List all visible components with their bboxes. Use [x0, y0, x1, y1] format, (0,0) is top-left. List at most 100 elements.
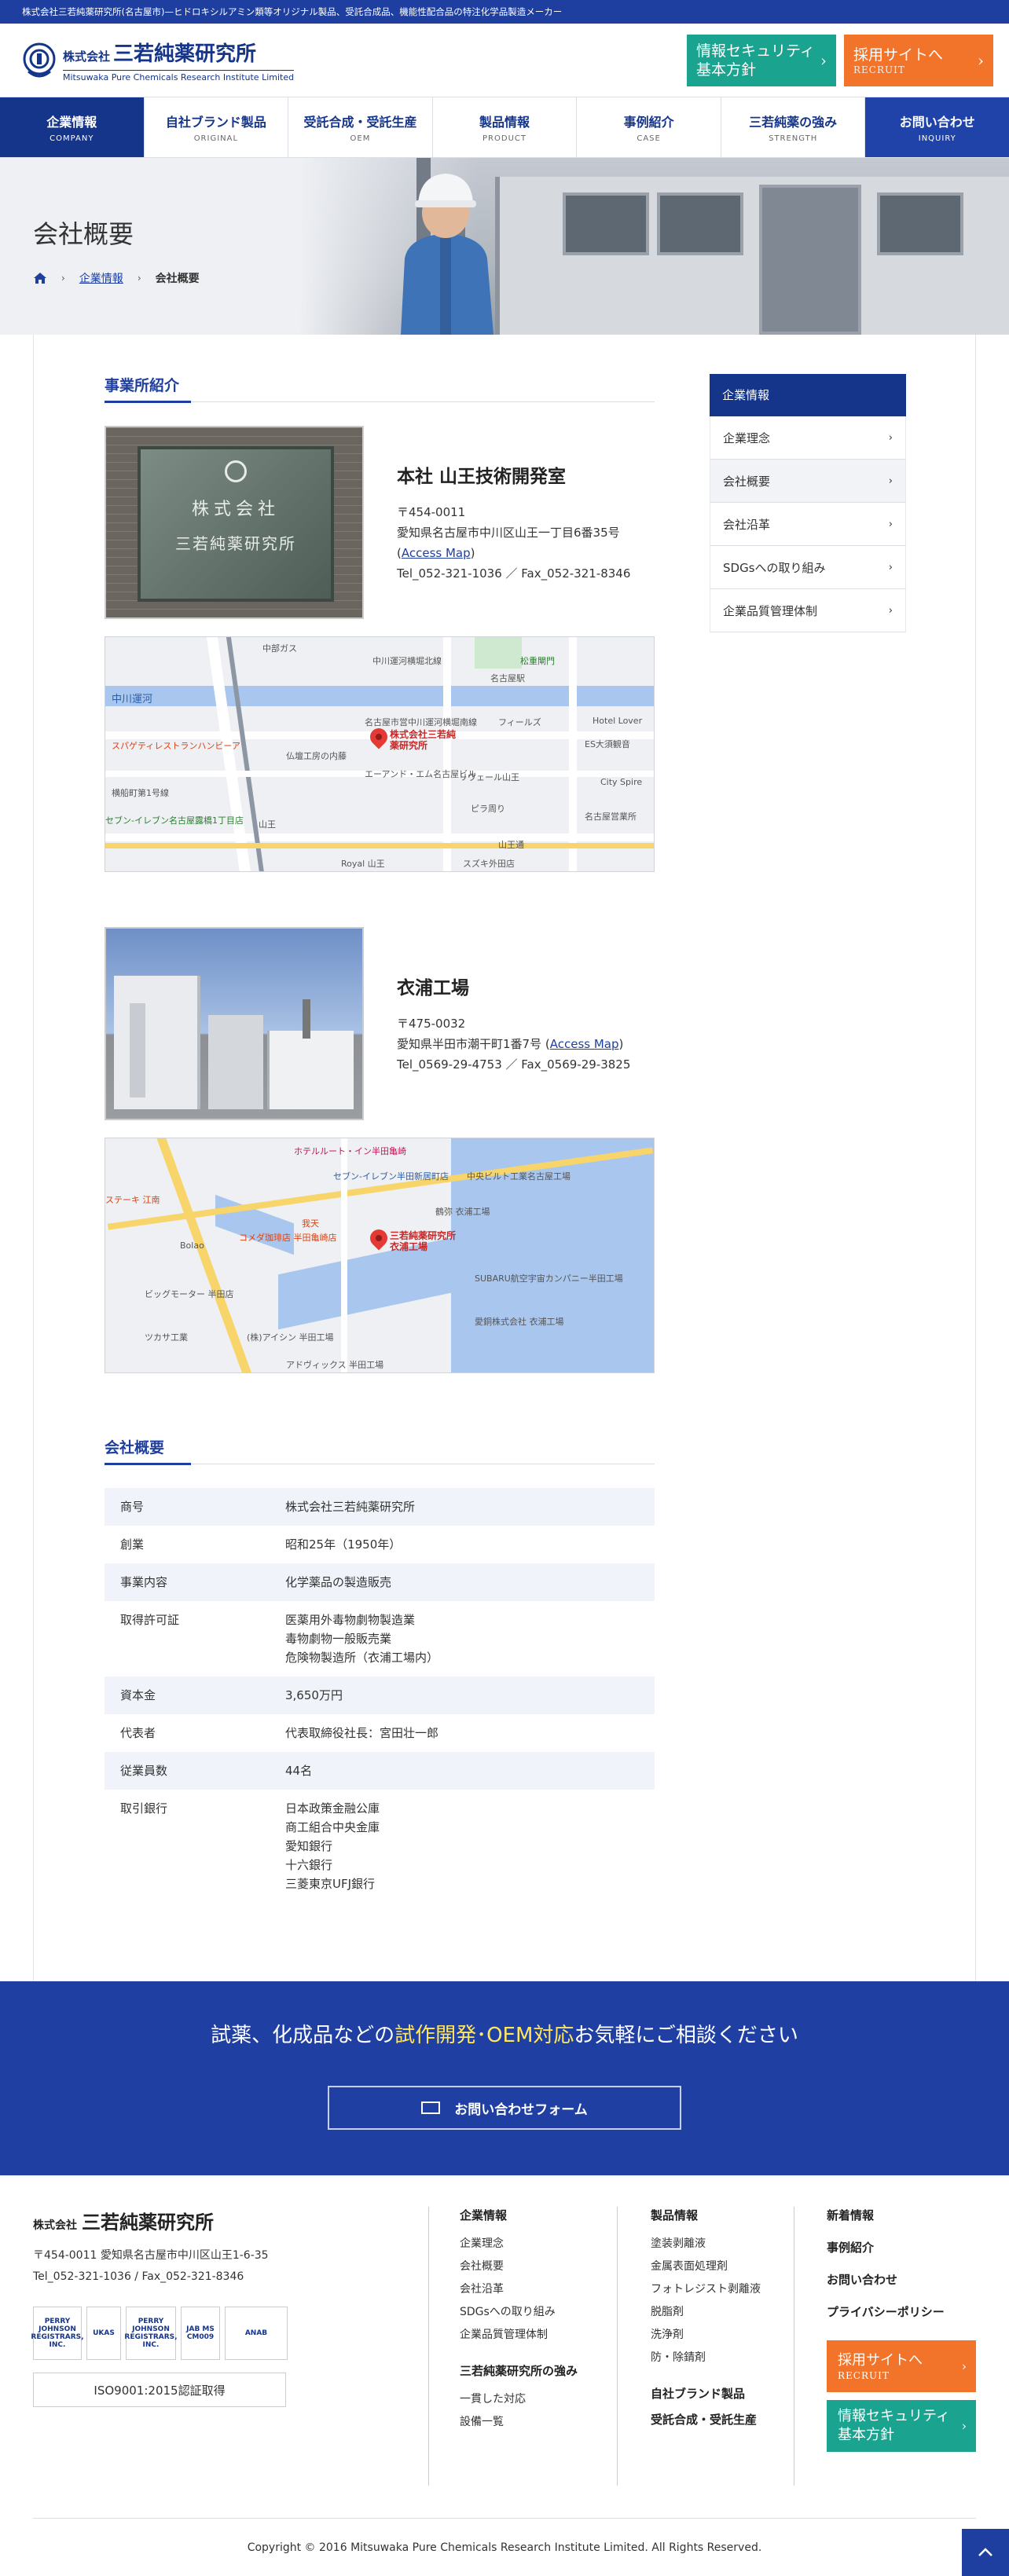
map-label: 中川運河横堀北線 — [372, 656, 442, 666]
nav-strength[interactable]: 三若純薬の強み STRENGTH — [721, 97, 866, 157]
map-label: 鶴弥 衣浦工場 — [435, 1207, 490, 1217]
main-content: 事業所紹介 株式会社 三若純薬研究所 本社 山王技術開発室 〒454-0011 … — [33, 335, 976, 1981]
office-address: 愛知県名古屋市中川区山王一丁目6番35号 — [397, 526, 620, 540]
map-label: 山王通 — [498, 840, 524, 850]
sidebar-item-label: 会社沿革 — [723, 517, 771, 532]
footer-heading[interactable]: プライバシーポリシー — [827, 2303, 976, 2320]
company-heading: 会社概要 — [105, 1436, 655, 1465]
map-label: セブン-イレブン名古屋露橋1丁目店 — [105, 815, 244, 826]
footer-link[interactable]: 会社沿革 — [460, 2278, 578, 2301]
nav-oem[interactable]: 受託合成・受託生産 OEM — [288, 97, 433, 157]
sidebar-heading[interactable]: 企業情報 — [710, 374, 906, 416]
security-policy-button[interactable]: 情報セキュリティ 基本方針 › — [687, 34, 836, 86]
footer-link[interactable]: 会社概要 — [460, 2255, 578, 2278]
footer-heading[interactable]: 新着情報 — [827, 2207, 976, 2223]
footer-link[interactable]: 一貫した対応 — [460, 2388, 578, 2411]
footer-link[interactable]: SDGsへの取り組み — [460, 2301, 578, 2324]
site-logo[interactable]: 株式会社 三若純薬研究所 Mitsuwaka Pure Chemicals Res… — [22, 38, 295, 82]
footer-recruit-button[interactable]: 採用サイトへ RECRUIT › — [827, 2340, 976, 2392]
map-label: ビッグモーター 半田店 — [145, 1289, 234, 1299]
map-label: (株)アイシン 半田工場 — [247, 1332, 334, 1343]
footer-heading[interactable]: 自社ブランド製品 — [651, 2385, 761, 2402]
nav-label: 自社ブランド製品 — [165, 115, 266, 130]
security-line1: 情報セキュリティ — [838, 2408, 950, 2424]
sidebar-item-history[interactable]: 会社沿革 › — [710, 503, 906, 546]
nav-sub: PRODUCT — [482, 134, 527, 143]
footer-link[interactable]: 企業品質管理体制 — [460, 2324, 578, 2347]
footer-security-button[interactable]: 情報セキュリティ 基本方針 › — [827, 2400, 976, 2452]
global-nav: 企業情報 COMPANY 自社ブランド製品 ORIGINAL 受託合成・受託生産 OE… — [0, 97, 1009, 158]
chevron-right-icon: › — [888, 518, 893, 530]
footer-heading[interactable]: お問い合わせ — [827, 2271, 976, 2288]
map-label: 松重閘門 — [520, 656, 555, 666]
map-label: 名古屋駅 — [490, 673, 525, 683]
kinuura-map[interactable]: ホテルルート・イン半田亀崎 セブン-イレブン半田新居町店 中央ビルト工業名古屋工… — [105, 1138, 655, 1373]
footer-link[interactable]: 企業理念 — [460, 2233, 578, 2255]
footer-link[interactable]: 塗装剥離液 — [651, 2233, 761, 2255]
access-map-link[interactable]: Access Map — [550, 1037, 619, 1051]
nav-original[interactable]: 自社ブランド製品 ORIGINAL — [145, 97, 289, 157]
footer-heading[interactable]: 受託合成・受託生産 — [651, 2411, 761, 2428]
nav-product[interactable]: 製品情報 PRODUCT — [433, 97, 578, 157]
table-key: 資本金 — [120, 1688, 156, 1702]
footer-link[interactable]: フォトレジスト剥離液 — [651, 2278, 761, 2301]
contact-form-label: お問い合わせフォーム — [454, 2101, 588, 2118]
sidebar-item-philosophy[interactable]: 企業理念 › — [710, 416, 906, 460]
table-key: 代表者 — [120, 1726, 156, 1740]
footer-heading[interactable]: 事例紹介 — [827, 2239, 976, 2255]
footer-link[interactable]: 金属表面処理剤 — [651, 2255, 761, 2278]
recruit-line2: RECRUIT — [838, 2370, 890, 2381]
table-row: 代表者 代表取締役社長：宮田壮一郎 — [105, 1714, 655, 1752]
topbar: 株式会社三若純薬研究所(名古屋市)—ヒドロキシルアミン類等オリジナル製品、受託合… — [0, 0, 1009, 24]
chevron-right-icon: › — [888, 475, 893, 487]
nav-sub: OEM — [350, 134, 371, 143]
footer-heading[interactable]: 製品情報 — [651, 2207, 761, 2223]
office-kinuura: 衣浦工場 〒475-0032 愛知県半田市潮干町1番7号 (Access Map… — [105, 927, 655, 1120]
offices-heading: 事業所紹介 — [105, 374, 655, 403]
breadcrumb-current: 会社概要 — [155, 273, 200, 285]
footer-heading[interactable]: 企業情報 — [460, 2207, 578, 2223]
office-address: 愛知県半田市潮干町1番7号 — [397, 1037, 542, 1051]
iso-badge: ISO9001:2015認証取得 — [33, 2373, 286, 2407]
security-line2: 基本方針 — [838, 2427, 894, 2443]
footer-link[interactable]: 防・除錆剤 — [651, 2347, 761, 2369]
nav-inquiry[interactable]: お問い合わせ INQUIRY — [865, 97, 1009, 157]
footer-heading[interactable]: 三若純薬研究所の強み — [460, 2362, 578, 2379]
sidebar-item-quality[interactable]: 企業品質管理体制 › — [710, 589, 906, 632]
map-label: ピラ周り — [471, 804, 505, 814]
chevron-right-icon: › — [820, 50, 827, 70]
cta-msg-highlight: 試作開発･OEM対応 — [394, 2024, 574, 2047]
nav-label: 事例紹介 — [623, 115, 674, 130]
recruit-line2: RECRUIT — [853, 64, 905, 75]
table-value: 44名 — [270, 1752, 655, 1790]
breadcrumb-parent-link[interactable]: 企業情報 — [79, 270, 123, 286]
map-pin-icon — [366, 724, 391, 749]
nav-label: 受託合成・受託生産 — [303, 115, 417, 130]
footer-link[interactable]: 設備一覧 — [460, 2411, 578, 2434]
chevron-right-icon: › — [961, 2358, 967, 2374]
nav-sub: STRENGTH — [769, 134, 818, 143]
table-row: 事業内容 化学薬品の製造販売 — [105, 1563, 655, 1601]
recruit-button[interactable]: 採用サイトへ RECRUIT › — [844, 34, 993, 86]
footer-link[interactable]: 脱脂剤 — [651, 2301, 761, 2324]
chevron-right-icon: › — [888, 431, 893, 444]
nav-sub: ORIGINAL — [193, 134, 239, 143]
nav-case[interactable]: 事例紹介 CASE — [577, 97, 721, 157]
sidebar-item-overview[interactable]: 会社概要 › — [710, 460, 906, 503]
map-label: スパゲティレストランハンビーア — [112, 741, 240, 751]
contact-form-button[interactable]: お問い合わせフォーム — [328, 2086, 681, 2130]
security-line2: 基本方針 — [696, 60, 757, 79]
honsha-map[interactable]: 中川運河横堀北線 中川運河 名古屋市営中川運河横堀南線 フィールズ Hotel … — [105, 636, 655, 872]
footer-logo-prefix: 株式会社 — [33, 2219, 77, 2232]
footer-link[interactable]: 洗浄剤 — [651, 2324, 761, 2347]
nav-company[interactable]: 企業情報 COMPANY — [0, 97, 145, 157]
back-to-top-button[interactable] — [962, 2529, 1009, 2576]
table-row: 商号 株式会社三若純薬研究所 — [105, 1488, 655, 1526]
cta-msg-pre: 試薬、化成品などの — [211, 2024, 395, 2047]
table-value: 日本政策金融公庫 商工組合中央金庫 愛知銀行 十六銀行 三菱東京UFJ銀行 — [270, 1790, 655, 1903]
access-map-link[interactable]: Access Map — [402, 546, 471, 560]
map-label: ステーキ 江南 — [105, 1195, 160, 1205]
sidebar-item-label: SDGsへの取り組み — [723, 560, 826, 575]
sidebar-item-sdgs[interactable]: SDGsへの取り組み › — [710, 546, 906, 589]
home-icon[interactable] — [33, 272, 47, 284]
